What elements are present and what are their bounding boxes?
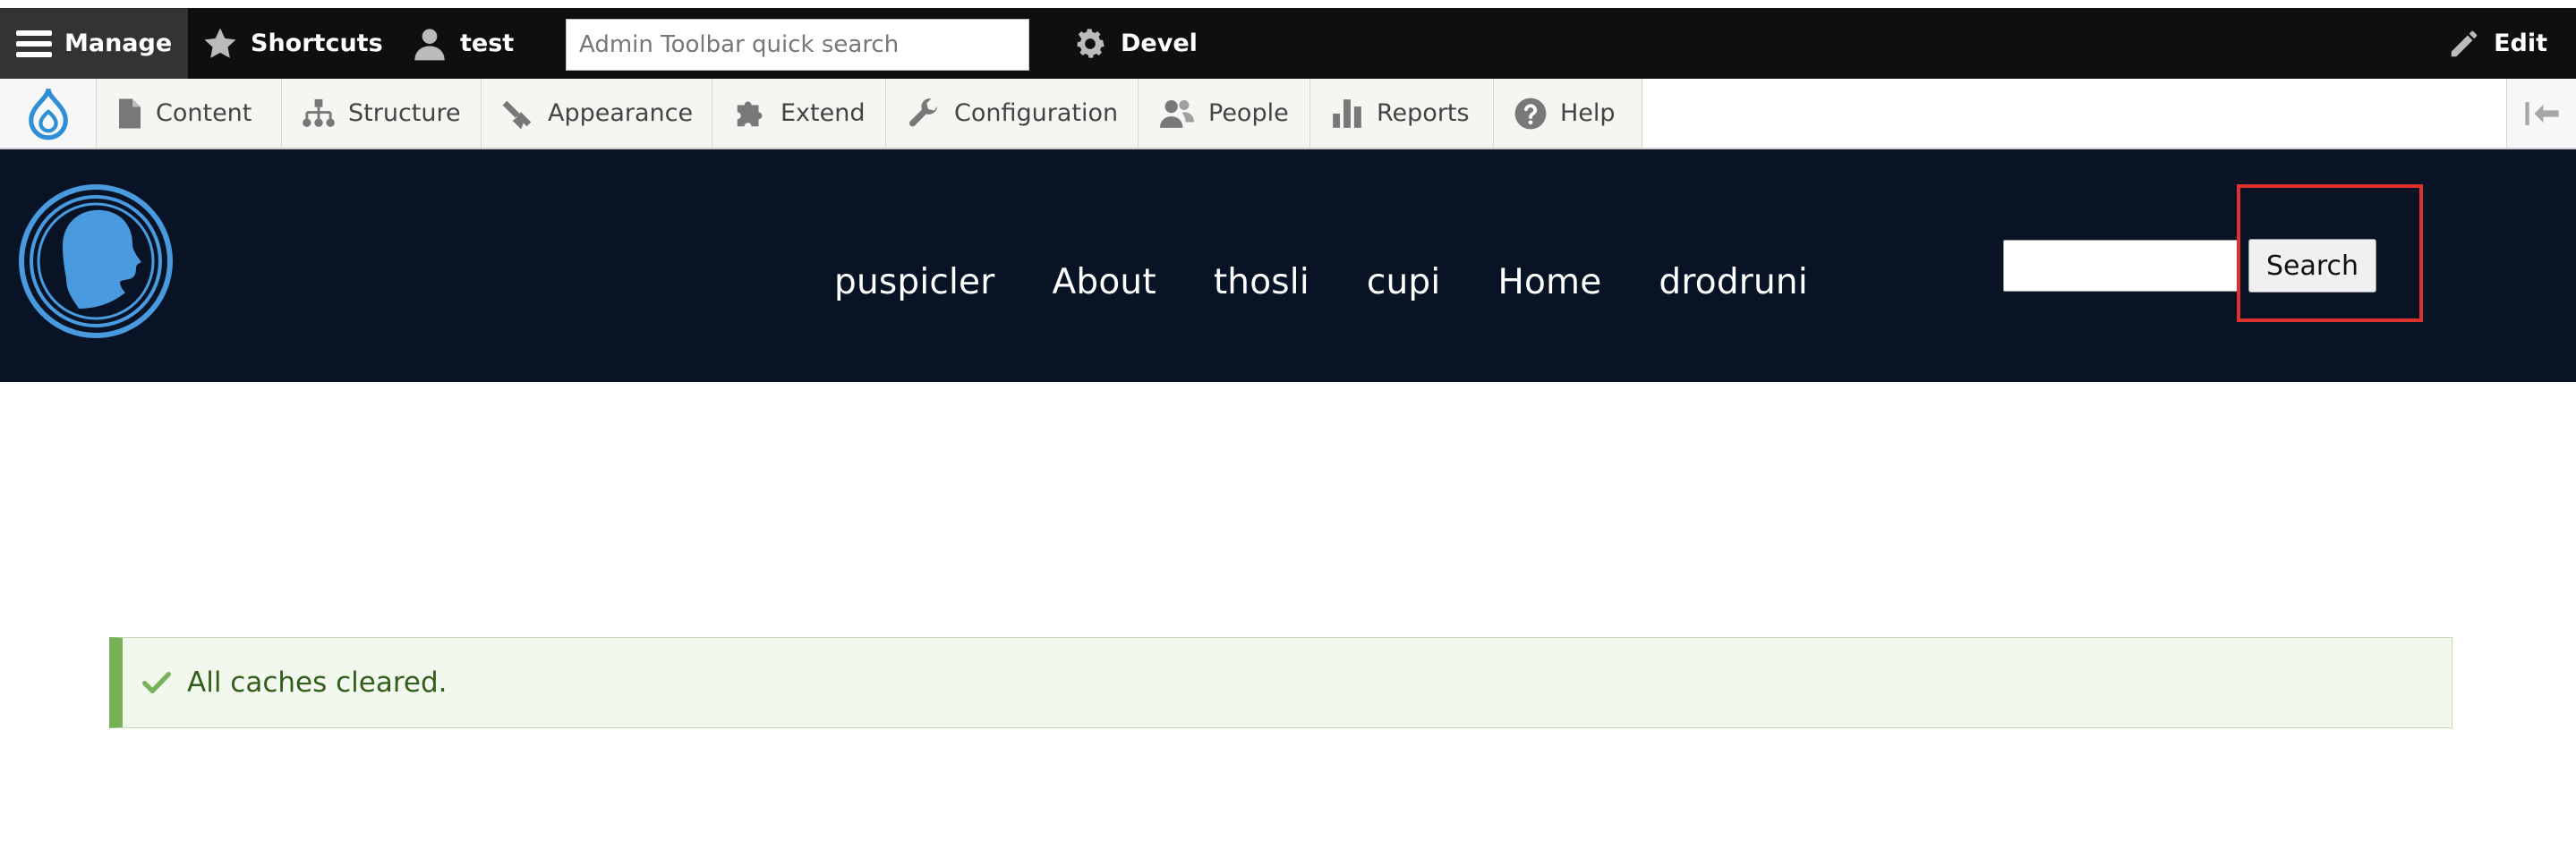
- nav-link-thosli[interactable]: thosli: [1214, 262, 1309, 302]
- sitemap-icon: [303, 98, 335, 127]
- tray-label-appearance: Appearance: [548, 99, 694, 127]
- tray-label-configuration: Configuration: [954, 99, 1119, 127]
- star-icon: [204, 28, 236, 58]
- site-header: puspicler About thosli cupi Home drodrun…: [0, 149, 2576, 382]
- edit-tab[interactable]: Edit: [2447, 8, 2547, 79]
- tray-label-people: People: [1208, 99, 1289, 127]
- tray-item-people[interactable]: People: [1139, 79, 1310, 148]
- file-icon: [119, 98, 141, 128]
- user-label: test: [460, 30, 515, 57]
- nav-link-puspicler[interactable]: puspicler: [834, 262, 995, 302]
- people-icon: [1160, 99, 1194, 128]
- paintbrush-icon: [502, 100, 532, 129]
- puzzle-icon: [737, 101, 763, 126]
- drupal-drop-icon: [28, 88, 68, 140]
- main-navigation: puspicler About thosli cupi Home drodrun…: [834, 239, 1808, 325]
- site-logo[interactable]: [18, 183, 174, 339]
- admin-toolbar: Manage Shortcuts test Devel Edit: [0, 8, 2576, 79]
- wrench-icon: [908, 98, 937, 126]
- collapse-left-icon: [2524, 101, 2559, 125]
- admin-toolbar-search-input[interactable]: [566, 19, 1029, 71]
- bar-chart-icon: [1333, 98, 1361, 128]
- manage-tab[interactable]: Manage: [0, 8, 188, 79]
- status-message-text: All caches cleared.: [187, 666, 448, 699]
- nav-link-cupi[interactable]: cupi: [1367, 262, 1441, 302]
- devel-label: Devel: [1121, 30, 1198, 57]
- help-icon: [1514, 98, 1547, 129]
- nav-link-home[interactable]: Home: [1497, 262, 1601, 302]
- devel-tab[interactable]: Devel: [1072, 8, 1198, 79]
- admin-tray: Content Structure Appearance Extend Conf…: [0, 79, 2576, 149]
- user-icon: [414, 28, 445, 60]
- edit-label: Edit: [2494, 30, 2547, 57]
- tray-label-extend: Extend: [780, 99, 866, 127]
- manage-label: Manage: [64, 30, 173, 57]
- nav-link-drodruni[interactable]: drodruni: [1659, 262, 1807, 302]
- drupal-home-link[interactable]: [0, 79, 97, 148]
- tray-orientation-toggle[interactable]: [2506, 79, 2576, 148]
- tray-label-content: Content: [156, 99, 252, 127]
- tray-item-help[interactable]: Help: [1494, 79, 1642, 148]
- site-search-input[interactable]: [2003, 240, 2238, 292]
- highlight-annotation-box: [2237, 184, 2423, 322]
- tray-item-structure[interactable]: Structure: [282, 79, 482, 148]
- checkmark-icon: [142, 672, 171, 693]
- gear-icon: [1077, 28, 1105, 58]
- tray-item-configuration[interactable]: Configuration: [886, 79, 1139, 148]
- user-tab[interactable]: test: [412, 8, 514, 79]
- tray-label-help: Help: [1560, 99, 1616, 127]
- nav-link-about[interactable]: About: [1053, 262, 1156, 302]
- pencil-icon: [2451, 30, 2478, 56]
- status-message: All caches cleared.: [109, 637, 2452, 728]
- tray-item-extend[interactable]: Extend: [712, 79, 886, 148]
- tray-label-reports: Reports: [1377, 99, 1470, 127]
- tray-item-appearance[interactable]: Appearance: [482, 79, 712, 148]
- shortcuts-tab[interactable]: Shortcuts: [202, 8, 383, 79]
- shortcuts-label: Shortcuts: [251, 30, 383, 57]
- tray-label-structure: Structure: [348, 99, 461, 127]
- tray-item-content[interactable]: Content: [97, 79, 282, 148]
- tray-item-reports[interactable]: Reports: [1310, 79, 1494, 148]
- hamburger-icon: [16, 30, 52, 57]
